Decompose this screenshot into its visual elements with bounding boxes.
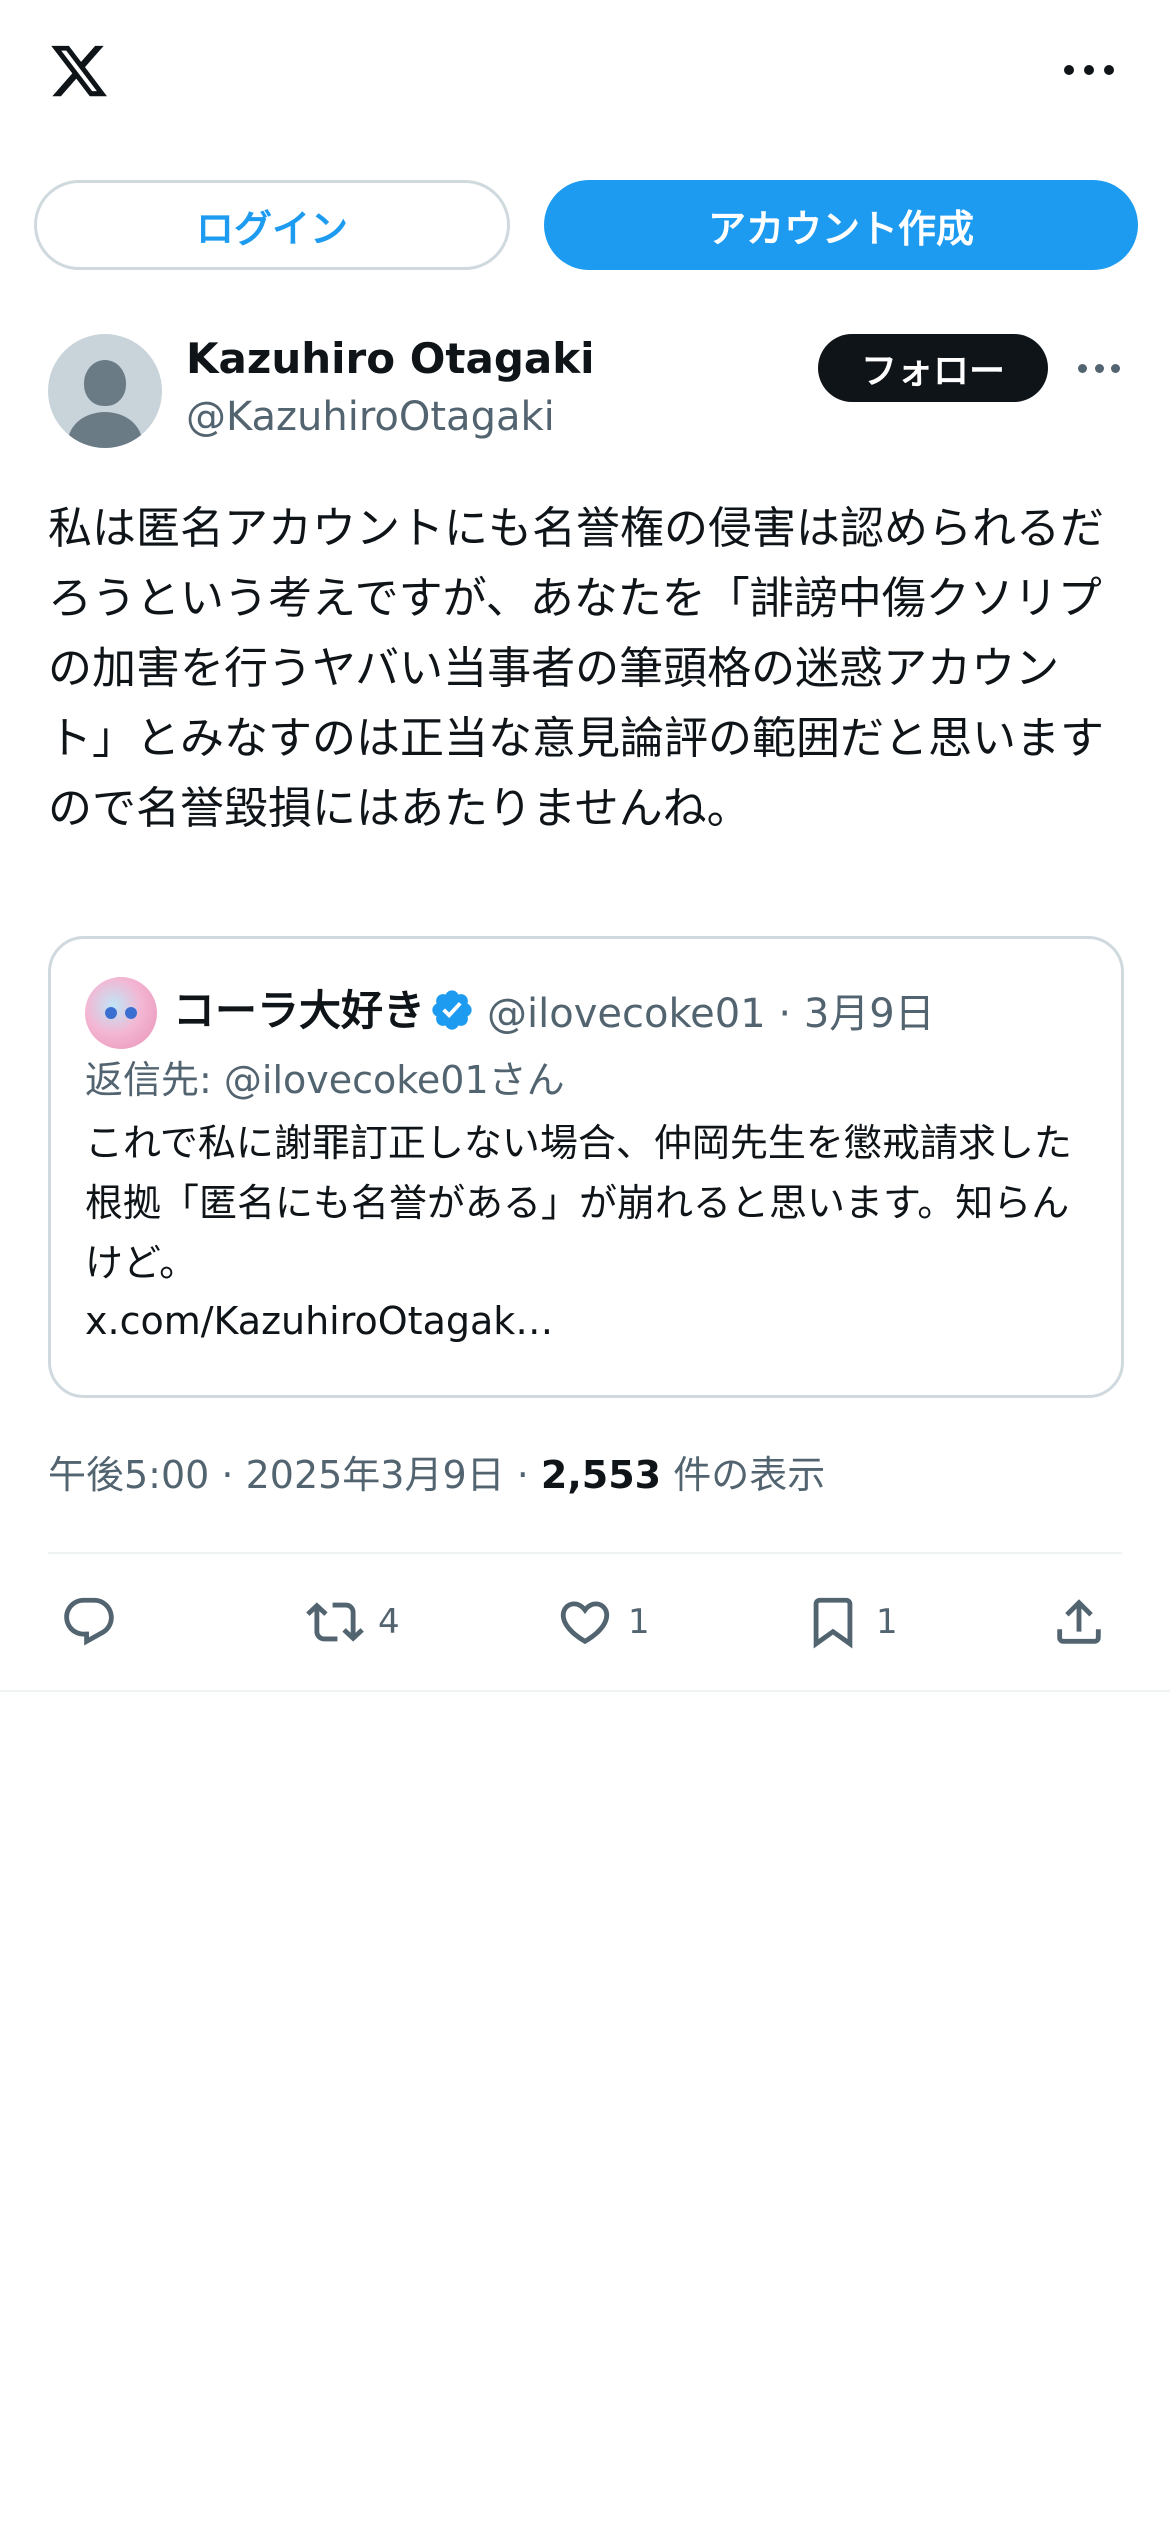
- quote-date: 3月9日: [803, 991, 935, 1037]
- tweet-text: 私は匿名アカウントにも名誉権の侵害は認められるだろうという考えですが、あなたを「…: [48, 503, 1104, 834]
- tweet-page: ログイン アカウント作成 Kazuhiro Otagaki @KazuhiroO…: [0, 0, 1170, 2532]
- quoted-tweet[interactable]: コーラ大好き @ilovecoke01 · 3月9日 返信先: @iloveco…: [48, 936, 1124, 1398]
- auth-buttons: ログイン アカウント作成: [34, 180, 1138, 270]
- author-handle[interactable]: @KazuhiroOtagaki: [186, 394, 555, 440]
- quote-reply-to: 返信先: @ilovecoke01さん: [85, 1058, 565, 1102]
- share-button[interactable]: [1050, 1588, 1108, 1656]
- quote-meta: @ilovecoke01 · 3月9日: [487, 991, 935, 1037]
- like-count: 1: [628, 1602, 650, 1642]
- tweet-time[interactable]: 午後5:00: [48, 1453, 209, 1497]
- x-logo-icon[interactable]: [46, 40, 112, 102]
- retweet-button[interactable]: 4: [306, 1588, 400, 1656]
- reply-button[interactable]: [60, 1588, 132, 1656]
- follow-button[interactable]: フォロー: [818, 334, 1048, 402]
- divider: [48, 1552, 1122, 1554]
- bookmark-button[interactable]: 1: [804, 1588, 898, 1656]
- retweet-icon: [306, 1602, 364, 1642]
- reply-icon: [64, 1597, 114, 1646]
- share-icon: [1057, 1599, 1101, 1644]
- quote-author-name: コーラ大好き: [173, 986, 426, 1035]
- tweet-meta: 午後5:00 · 2025年3月9日 · 2,553 件の表示: [48, 1453, 826, 1497]
- bookmark-icon: [813, 1597, 853, 1649]
- view-count: 2,553: [540, 1453, 662, 1497]
- retweet-count: 4: [378, 1602, 400, 1642]
- tweet-more-icon[interactable]: [1078, 364, 1120, 374]
- tweet-date[interactable]: 2025年3月9日: [246, 1453, 505, 1497]
- author-avatar[interactable]: [48, 334, 162, 448]
- author-name[interactable]: Kazuhiro Otagaki: [186, 334, 595, 383]
- quote-link[interactable]: x.com/KazuhiroOtagak…: [85, 1299, 553, 1343]
- more-options-icon[interactable]: [1064, 62, 1114, 78]
- quote-avatar[interactable]: [85, 977, 157, 1049]
- create-account-button[interactable]: アカウント作成: [544, 180, 1138, 270]
- verified-badge-icon: [432, 990, 472, 1030]
- login-button[interactable]: ログイン: [34, 180, 510, 270]
- like-button[interactable]: 1: [556, 1588, 650, 1656]
- heart-icon: [560, 1601, 610, 1645]
- bookmark-count: 1: [876, 1602, 898, 1642]
- quote-text: これで私に謝罪訂正しない場合、仲岡先生を懲戒請求した根拠「匿名にも名誉がある」が…: [85, 1121, 1072, 1285]
- view-label: 件の表示: [673, 1453, 826, 1497]
- top-bar: [0, 0, 1170, 150]
- quote-handle: @ilovecoke01: [487, 991, 766, 1037]
- divider: [0, 1690, 1170, 1692]
